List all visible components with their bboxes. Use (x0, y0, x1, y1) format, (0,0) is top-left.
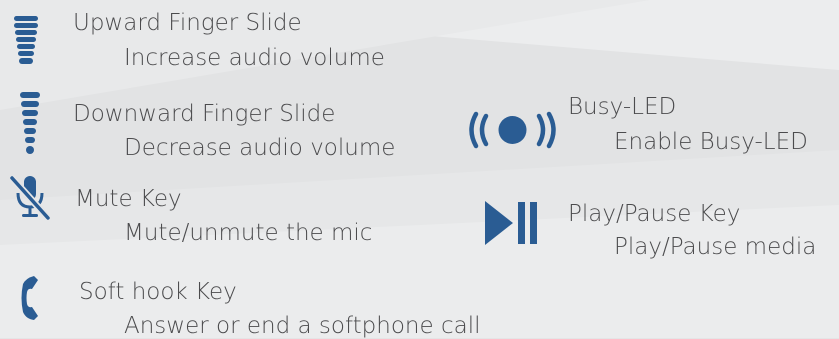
legend-description: Play/Pause media (614, 234, 817, 260)
legend-description: Mute/unmute the mic (124, 220, 373, 246)
legend-title: Downward Finger Slide (73, 101, 336, 127)
legend-description: Answer or end a softphone call (124, 313, 481, 339)
legend-description: Increase audio volume (124, 45, 385, 71)
legend-description: Decrease audio volume (124, 135, 396, 161)
busy-led-icon (469, 111, 556, 149)
mute-mic-icon (10, 176, 50, 220)
play-pause-icon (485, 201, 537, 245)
downward-slide-icon (20, 92, 40, 154)
upward-slide-icon (14, 16, 38, 64)
legend-title: Soft hook Key (79, 279, 237, 305)
phone-handset-icon (21, 276, 38, 320)
legend-description: Enable Busy-LED (614, 129, 808, 155)
legend-title: Busy-LED (568, 94, 677, 120)
legend-title: Upward Finger Slide (73, 10, 302, 36)
legend-title: Mute Key (75, 186, 182, 212)
legend-title: Play/Pause Key (568, 201, 741, 227)
